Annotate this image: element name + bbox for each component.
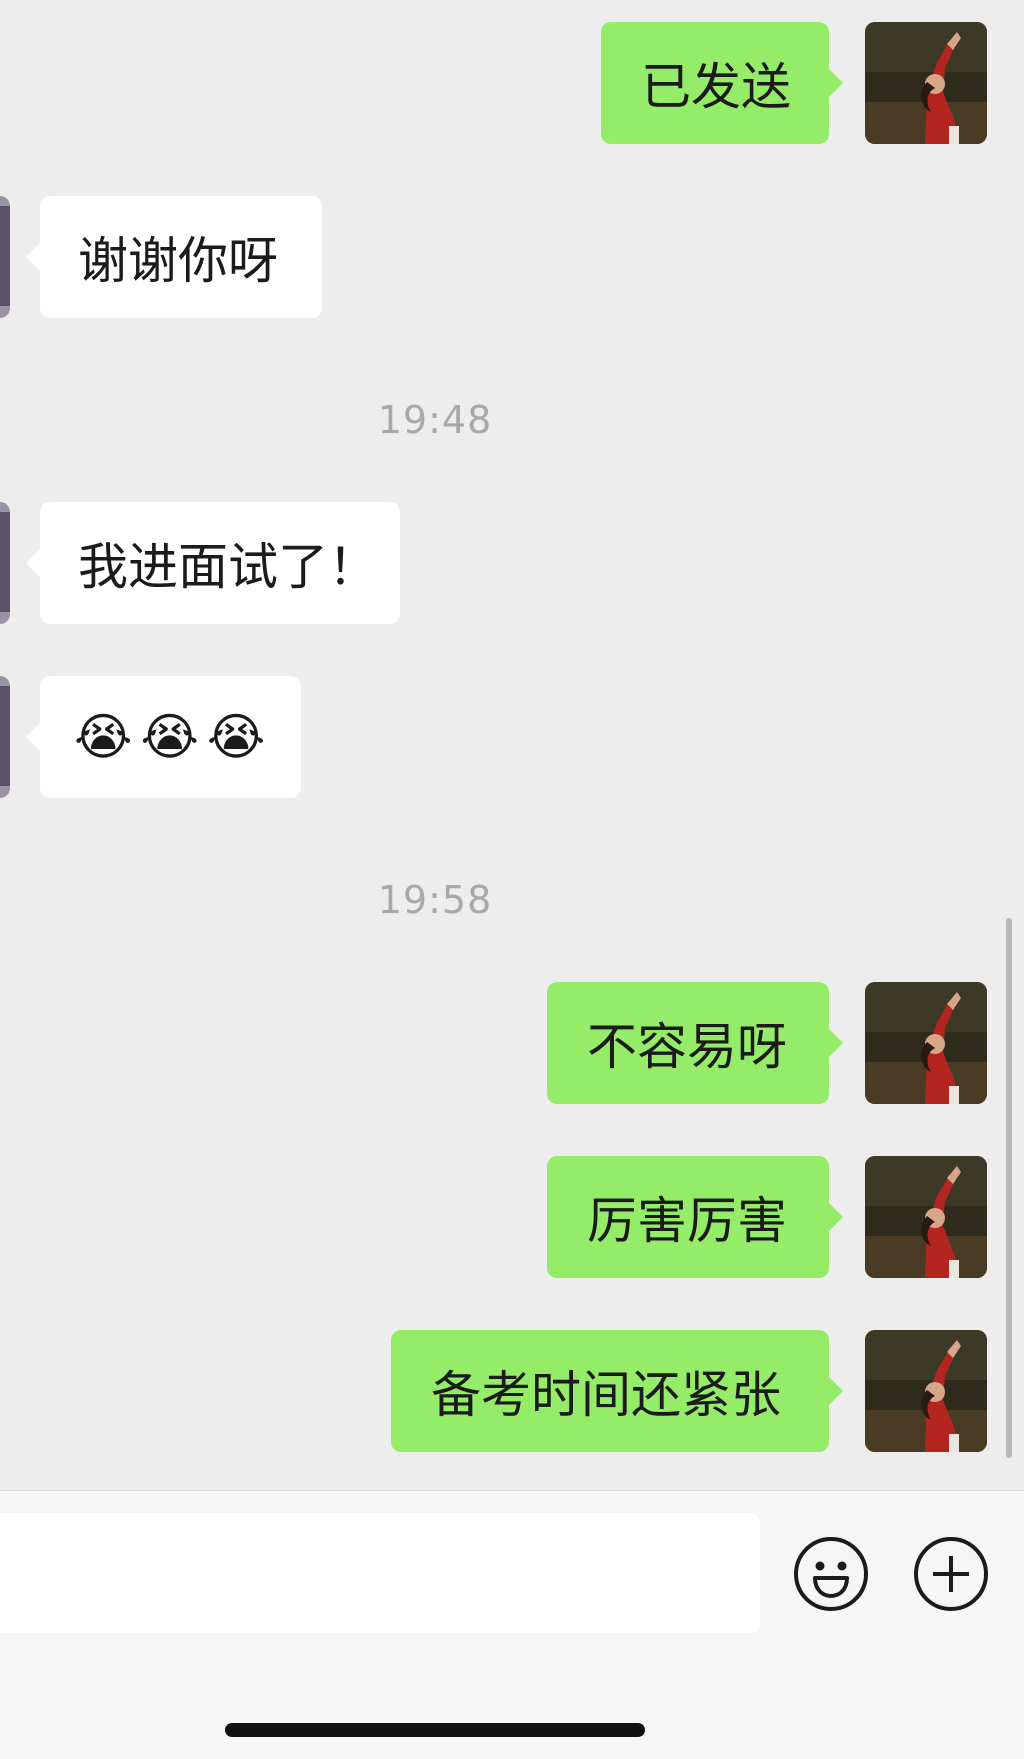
self-avatar-image — [865, 1156, 987, 1278]
contact-avatar-image — [0, 502, 10, 624]
message-text: 我进面试了！ — [78, 538, 378, 596]
message-bubble-incoming[interactable]: 谢谢你呀 — [26, 196, 322, 318]
contact-avatar[interactable] — [0, 676, 10, 798]
self-avatar[interactable] — [865, 1156, 987, 1278]
self-avatar[interactable] — [865, 1330, 987, 1452]
message-bubble-incoming[interactable]: 😭 😭 😭 — [26, 676, 301, 798]
message-text: 厉害厉害 — [587, 1192, 787, 1250]
emoji-icon — [794, 1537, 868, 1611]
contact-avatar-image — [0, 676, 10, 798]
plus-icon — [914, 1537, 988, 1611]
more-button[interactable] — [913, 1536, 989, 1612]
message-bubble-outgoing[interactable]: 备考时间还紧张 — [391, 1330, 843, 1452]
message-text: 不容易呀 — [587, 1018, 787, 1076]
loudly-crying-face-icon: 😭 — [206, 708, 266, 766]
message-text: 谢谢你呀 — [78, 232, 278, 290]
message-text: 已发送 — [641, 58, 791, 116]
message-bubble-incoming[interactable]: 我进面试了！ — [26, 502, 400, 624]
chat-screen: 已发送 谢谢你呀 19:48 我进面试了！ 😭 😭 😭 19:58 不容易呀 厉… — [0, 0, 1024, 1759]
message-text: 备考时间还紧张 — [431, 1366, 781, 1424]
time-divider: 19:58 — [377, 878, 493, 922]
emoji-button[interactable] — [793, 1536, 869, 1612]
time-divider: 19:48 — [377, 398, 493, 442]
message-bubble-outgoing[interactable]: 厉害厉害 — [547, 1156, 843, 1278]
home-indicator[interactable] — [225, 1723, 645, 1737]
message-list[interactable]: 已发送 谢谢你呀 19:48 我进面试了！ 😭 😭 😭 19:58 不容易呀 厉… — [0, 0, 1024, 1490]
message-bubble-outgoing[interactable]: 不容易呀 — [547, 982, 843, 1104]
contact-avatar-image — [0, 196, 10, 318]
contact-avatar[interactable] — [0, 502, 10, 624]
contact-avatar[interactable] — [0, 196, 10, 318]
loudly-crying-face-icon: 😭 — [74, 708, 133, 766]
self-avatar-image — [865, 22, 987, 144]
self-avatar[interactable] — [865, 982, 987, 1104]
self-avatar-image — [865, 982, 987, 1104]
message-input[interactable] — [0, 1513, 760, 1633]
input-bar — [0, 1490, 1024, 1759]
message-bubble-outgoing[interactable]: 已发送 — [601, 22, 843, 144]
scrollbar[interactable] — [1006, 918, 1012, 1458]
self-avatar-image — [865, 1330, 987, 1452]
loudly-crying-face-icon: 😭 — [140, 708, 199, 766]
self-avatar[interactable] — [865, 22, 987, 144]
